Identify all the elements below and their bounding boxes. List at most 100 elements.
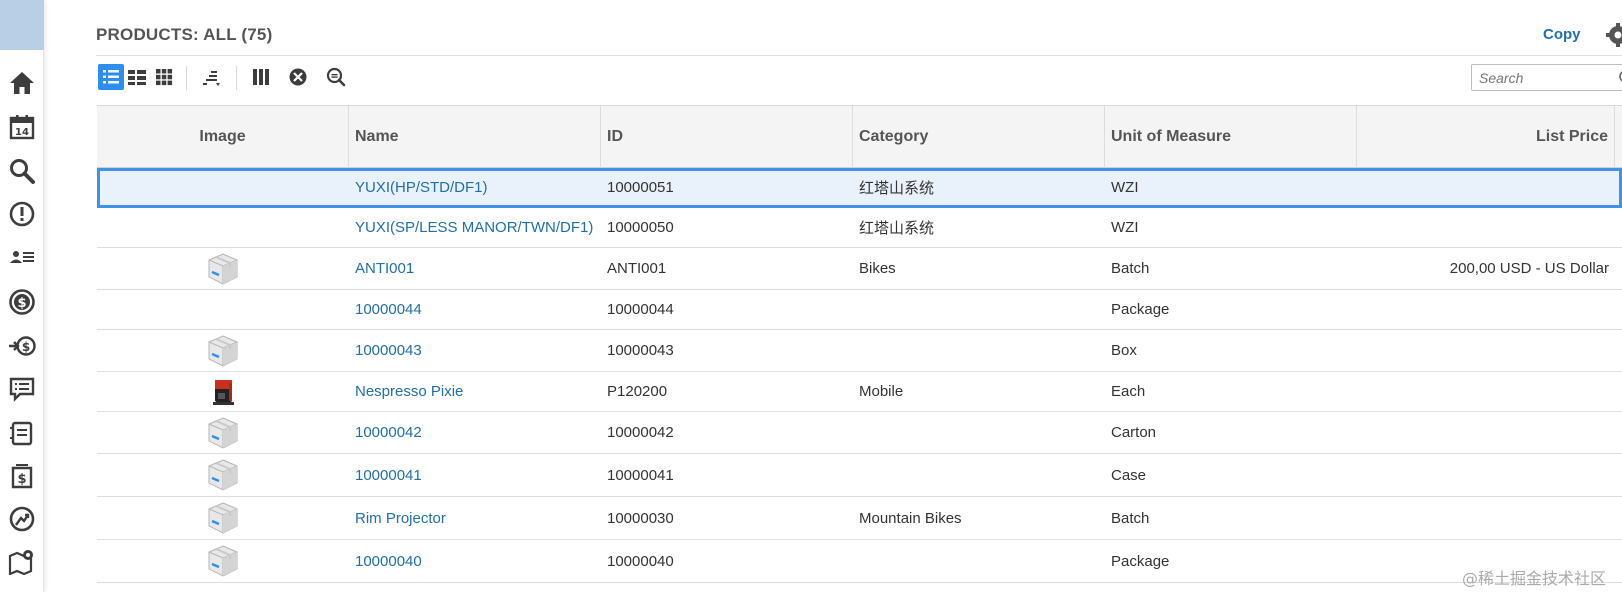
cell-name[interactable]: 10000044 — [349, 290, 601, 329]
cell-list-price — [1357, 412, 1615, 453]
svg-text:$: $ — [17, 472, 26, 487]
table-row[interactable]: 10000040 10000040 Package — [97, 540, 1622, 583]
column-header-image[interactable]: Image — [97, 106, 349, 168]
cell-name[interactable]: 10000040 — [349, 540, 601, 582]
products-table: Image Name ID Category Unit of Measure L… — [97, 105, 1622, 583]
cell-name[interactable]: Rim Projector — [349, 497, 601, 539]
table-row[interactable]: 10000042 10000042 Carton — [97, 412, 1622, 454]
cell-uom: WZI — [1111, 179, 1139, 196]
cell-uom: Batch — [1111, 260, 1150, 277]
calendar-day: 14 — [15, 127, 29, 138]
table-row[interactable]: YUXI(HP/STD/DF1) 10000051 红塔山系统 WZI — [97, 168, 1622, 208]
cell-id: P120200 — [607, 383, 668, 400]
table-row[interactable]: 10000041 10000041 Case — [97, 454, 1622, 497]
search-nav-icon[interactable] — [6, 155, 38, 187]
cell-category — [853, 454, 1105, 496]
product-box-icon — [208, 252, 238, 285]
cell-image — [97, 208, 349, 247]
cell-uom: Package — [1111, 301, 1170, 318]
cell-list-price: 200,00 USD - US Dollar — [1449, 260, 1609, 277]
column-header-id[interactable]: ID — [601, 106, 853, 168]
gear-icon[interactable] — [1604, 22, 1622, 48]
product-box-icon — [208, 502, 238, 534]
grid-view-icon[interactable] — [151, 64, 177, 90]
contacts-icon[interactable] — [6, 242, 38, 274]
cell-image — [97, 372, 349, 411]
list-view-icon[interactable] — [98, 64, 124, 90]
search-icon[interactable] — [1618, 69, 1622, 87]
sidebar-header[interactable] — [0, 0, 44, 50]
table-body: YUXI(HP/STD/DF1) 10000051 红塔山系统 WZI YUXI(SP/… — [97, 168, 1622, 583]
cell-name[interactable]: YUXI(SP/LESS MANOR/TWN/DF1) — [349, 208, 601, 247]
cell-uom: Package — [1111, 552, 1170, 570]
cell-image — [97, 330, 349, 371]
cell-id: 10000044 — [607, 301, 674, 318]
column-header-list-price[interactable]: List Price — [1357, 106, 1615, 168]
cell-uom: Case — [1111, 466, 1147, 484]
search-box — [1471, 64, 1622, 91]
search-input[interactable] — [1472, 65, 1602, 90]
cell-id: 10000030 — [607, 509, 674, 527]
document-icon[interactable] — [6, 417, 38, 449]
cell-name[interactable]: ANTI001 — [349, 248, 601, 289]
cell-id: ANTI001 — [607, 260, 667, 277]
cell-name[interactable]: 10000042 — [349, 412, 601, 453]
sort-icon[interactable] — [198, 64, 224, 90]
columns-icon[interactable] — [248, 64, 274, 90]
home-icon[interactable] — [6, 67, 38, 99]
table-row[interactable]: Rim Projector 10000030 Mountain Bikes Batch — [97, 497, 1622, 540]
compact-view-icon[interactable] — [124, 64, 150, 90]
cell-name[interactable]: YUXI(HP/STD/DF1) — [349, 168, 601, 207]
payment-icon[interactable]: $ — [6, 330, 38, 362]
cell-uom: Batch — [1111, 509, 1150, 527]
cell-image — [97, 412, 349, 453]
svg-text:$: $ — [22, 340, 30, 354]
product-box-icon — [208, 416, 238, 449]
cell-id: 10000051 — [607, 179, 674, 196]
cell-name[interactable]: 10000043 — [349, 330, 601, 371]
copy-button[interactable]: Copy — [1543, 26, 1581, 43]
cell-id: 10000050 — [607, 219, 674, 236]
cell-category — [853, 290, 1105, 329]
cell-category: Mobile — [859, 383, 904, 400]
table-row[interactable]: ANTI001 ANTI001 Bikes Batch 200,00 USD - US … — [97, 248, 1622, 290]
table-row[interactable]: 10000043 10000043 Box — [97, 330, 1622, 372]
cell-id: 10000042 — [607, 424, 674, 441]
page-title: PRODUCTS: ALL (75) — [96, 25, 273, 44]
invoice-icon[interactable]: $ — [6, 460, 38, 492]
cell-image — [97, 290, 349, 329]
cell-category — [853, 330, 1105, 371]
cell-uom: WZI — [1111, 219, 1139, 236]
cell-name[interactable]: Nespresso Pixie — [349, 372, 601, 411]
alert-icon[interactable] — [6, 198, 38, 230]
product-box-icon — [208, 334, 238, 367]
upload-icon[interactable] — [6, 503, 38, 535]
column-header-name[interactable]: Name — [349, 106, 601, 168]
column-header-category[interactable]: Category — [853, 106, 1105, 168]
toolbar-separator — [186, 66, 187, 90]
cell-uom: Box — [1111, 342, 1137, 359]
cell-uom: Carton — [1111, 424, 1157, 441]
cell-name[interactable]: 10000041 — [349, 454, 601, 496]
cell-list-price — [1357, 168, 1615, 207]
toolbar-separator — [236, 66, 237, 90]
cell-category — [853, 540, 1105, 582]
table-header: Image Name ID Category Unit of Measure L… — [97, 105, 1622, 168]
feedback-icon[interactable] — [6, 373, 38, 405]
filter-icon[interactable] — [285, 64, 311, 90]
cell-category: Mountain Bikes — [859, 509, 962, 527]
zoom-search-icon[interactable] — [323, 64, 349, 90]
column-header-uom[interactable]: Unit of Measure — [1105, 106, 1357, 168]
cell-image — [97, 168, 349, 207]
table-row[interactable]: YUXI(SP/LESS MANOR/TWN/DF1) 10000050 红塔山系统… — [97, 208, 1622, 248]
dollar-icon[interactable]: $ — [6, 286, 38, 318]
cell-category: Bikes — [859, 260, 896, 277]
header-divider — [96, 55, 1622, 56]
table-row[interactable]: Nespresso Pixie P120200 Mobile Each — [97, 372, 1622, 412]
cell-category: 红塔山系统 — [859, 220, 935, 237]
table-row[interactable]: 10000044 10000044 Package — [97, 290, 1622, 330]
coffee-machine-image — [213, 379, 234, 405]
calendar-icon[interactable]: 14 — [6, 111, 38, 143]
sidebar: 14 $ $ $ — [0, 0, 44, 592]
map-icon[interactable] — [6, 545, 38, 577]
